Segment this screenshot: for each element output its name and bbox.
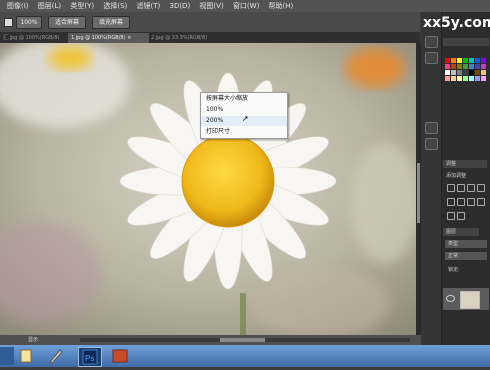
menu-item-image[interactable]: 图像(I) [7,0,29,12]
photoshop-taskbar-icon[interactable]: Ps [78,347,102,367]
tab-document-3[interactable]: 2.jpg @ 33.3%(RGB/8) [148,33,229,43]
pointer-cursor-icon: ➚ [242,114,249,123]
layer-kind-filter[interactable]: 类型 [445,240,487,248]
menu-item-select[interactable]: 选择(S) [103,0,127,12]
resize-windows-checkbox[interactable] [4,18,13,27]
levels-adjust-icon[interactable] [457,184,465,192]
panel-icon-column [421,12,442,345]
layer-thumbnail [460,291,480,309]
layer-row-background[interactable] [443,288,489,310]
menu-item-type[interactable]: 类型(Y) [70,0,94,12]
site-watermark: xx5y.com [423,15,490,31]
taskbar-app-icon-1[interactable] [16,347,36,365]
menu-bar: 图像(I) 图层(L) 类型(Y) 选择(S) 滤镜(T) 3D(D) 视图(V… [0,0,490,12]
hue-saturation-adjust-icon[interactable] [457,198,465,206]
lock-label: 锁定: [445,266,487,274]
horizontal-scrollbar[interactable] [80,338,410,342]
add-adjustment-label: 添加调整 [443,172,489,180]
menu-item-filter[interactable]: 滤镜(T) [137,0,161,12]
document-canvas[interactable] [0,43,416,335]
vertical-scroll-thumb[interactable] [417,163,420,223]
options-bar: 100% 适合屏幕 填充屏幕 [0,12,420,33]
menu-item-print-size[interactable]: 打印尺寸 [201,127,287,137]
exposure-adjust-icon[interactable] [477,184,485,192]
tab-document-1[interactable]: 汇.jpg @ 100%(RGB/8) [0,33,69,43]
zoom-100-button[interactable]: 100% [16,16,42,29]
properties-panel-icon[interactable] [425,52,438,64]
channel-mixer-adjust-icon[interactable] [457,212,465,220]
windows-start-icon[interactable] [0,347,14,365]
daisy-photo [0,43,416,335]
color-balance-adjust-icon[interactable] [467,198,475,206]
svg-text:Ps: Ps [85,354,94,363]
curves-adjust-icon[interactable] [467,184,475,192]
menu-item-layer[interactable]: 图层(L) [38,0,61,12]
blend-mode-select[interactable]: 正常 [445,252,487,260]
adjustments-tab[interactable]: 调整 [443,160,487,168]
menu-item-help[interactable]: 帮助(H) [269,0,294,12]
horizontal-scroll-thumb[interactable] [220,338,265,342]
layers-tab[interactable]: 图层 [443,228,479,236]
menu-item-view[interactable]: 视图(V) [199,0,223,12]
history-panel-icon[interactable] [425,36,438,48]
menu-item-window[interactable]: 窗口(W) [233,0,259,12]
paragraph-panel-icon[interactable] [425,138,438,150]
swatches-panel[interactable] [445,58,489,98]
taskbar-app-icon-2[interactable] [46,347,66,365]
taskbar-app-icon-3[interactable] [110,347,130,365]
windows-taskbar: Ps [0,345,490,367]
tab-document-active[interactable]: 1.jpg @ 100%(RGB/8) × [68,33,149,43]
menu-item-fit-screen[interactable]: 按屏幕大小缩放 [201,94,287,104]
fill-screen-button[interactable]: 填充屏幕 [92,16,130,29]
black-white-adjust-icon[interactable] [477,198,485,206]
color-panel-tab[interactable] [443,38,489,46]
status-label: 显示 [28,337,39,343]
fit-screen-button[interactable]: 适合屏幕 [48,16,86,29]
brightness-adjust-icon[interactable] [447,184,455,192]
visibility-eye-icon[interactable] [446,295,455,302]
menu-item-3d[interactable]: 3D(D) [169,0,190,12]
right-panel-dock: 调整 添加调整 图层 类型 正常 锁定: [421,12,490,345]
vibrance-adjust-icon[interactable] [447,198,455,206]
document-tab-bar: 汇.jpg @ 100%(RGB/8) 1.jpg @ 100%(RGB/8) … [0,33,420,43]
character-panel-icon[interactable] [425,122,438,134]
photo-filter-adjust-icon[interactable] [447,212,455,220]
